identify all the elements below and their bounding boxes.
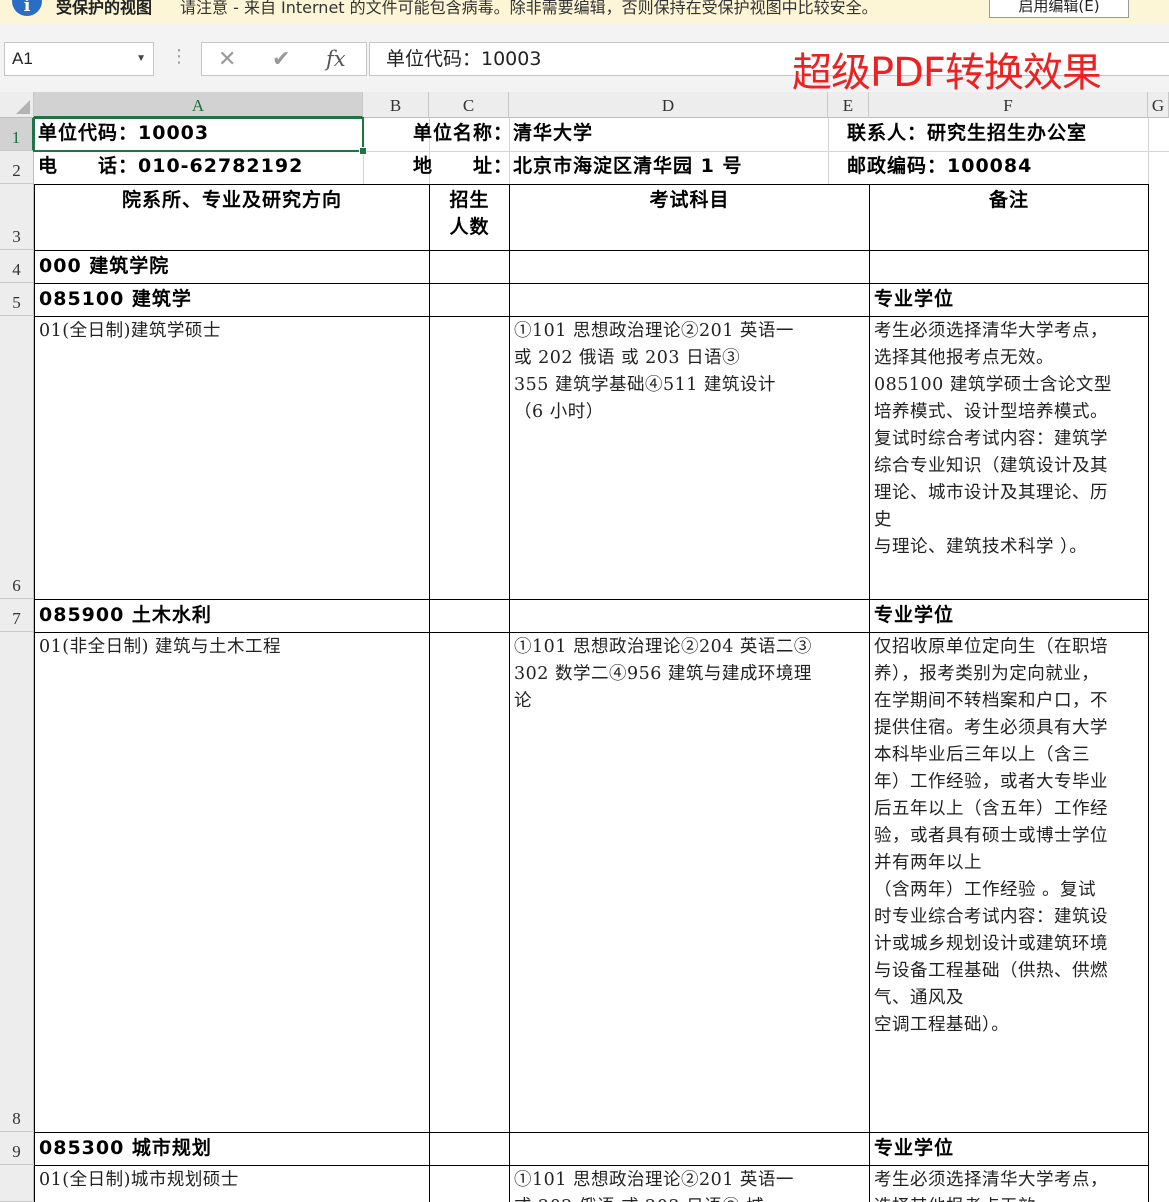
formula-tools: ✕ ✔ fx — [201, 42, 367, 76]
cell-f6[interactable]: 考生必须选择清华大学考点， 选择其他报考点无效。 085100 建筑学硕士含论文… — [870, 317, 1148, 599]
header-department[interactable]: 院系所、专业及研究方向 — [35, 185, 429, 250]
select-all-corner[interactable] — [0, 92, 34, 118]
name-box[interactable]: A1 ▼ — [4, 42, 154, 76]
protected-view-bar: i 受保护的视图 请注意 - 来自 Internet 的文件可能包含病毒。除非需… — [0, 0, 1169, 25]
column-header-g[interactable]: G — [1148, 92, 1169, 118]
cell-a5[interactable]: 085100 建筑学 — [35, 284, 429, 316]
protected-view-message: 请注意 - 来自 Internet 的文件可能包含病毒。除非需要编辑，否则保持在… — [180, 0, 878, 17]
cell-a4[interactable]: 000 建筑学院 — [35, 251, 429, 283]
header-exam-subjects[interactable]: 考试科目 — [510, 185, 869, 250]
column-header-c[interactable]: C — [429, 92, 509, 118]
cell-d8[interactable]: ①101 思想政治理论②204 英语二③ 302 数学二④956 建筑与建成环境… — [510, 633, 869, 1132]
worksheet-grid: A B C D E F G 1 2 3 4 5 6 7 8 9 单位代码：100… — [0, 92, 1169, 1202]
row-header-2[interactable]: 2 — [0, 151, 34, 184]
cell-a8[interactable]: 01(非全日制) 建筑与土木工程 — [35, 633, 429, 1132]
chevron-down-icon[interactable]: ▼ — [136, 43, 146, 75]
cell-f2[interactable]: 邮政编码：100084 — [843, 151, 1148, 184]
cell-c2[interactable]: 地 址：北京市海淀区清华园 1 号 — [409, 151, 828, 184]
cell-a2[interactable]: 电 话：010-62782192 — [34, 151, 363, 184]
row-header-4[interactable]: 4 — [0, 250, 34, 283]
cell-a10[interactable]: 01(全日制)城市规划硕士 — [35, 1166, 429, 1202]
more-options-icon[interactable]: ⋮ — [170, 46, 188, 67]
row-header-3[interactable]: 3 — [0, 184, 34, 250]
header-remarks[interactable]: 备注 — [870, 185, 1148, 250]
cell-a6[interactable]: 01(全日制)建筑学硕士 — [35, 317, 429, 599]
cell-f5[interactable]: 专业学位 — [870, 284, 1148, 316]
cell-a9[interactable]: 085300 城市规划 — [35, 1133, 429, 1165]
cell-f9[interactable]: 专业学位 — [870, 1133, 1148, 1165]
protected-view-title: 受保护的视图 — [56, 0, 153, 17]
cell-d6[interactable]: ①101 思想政治理论②201 英语一 或 202 俄语 或 203 日语③ 3… — [510, 317, 869, 599]
name-box-value: A1 — [12, 49, 33, 68]
cell-f8[interactable]: 仅招收原单位定向生（在职培 养），报考类别为定向就业， 在学期间不转档案和户口，… — [870, 633, 1148, 1132]
column-header-f[interactable]: F — [869, 92, 1148, 118]
row-header-10[interactable] — [0, 1165, 34, 1202]
column-header-e[interactable]: E — [828, 92, 869, 118]
watermark-text: 超级PDF转换效果 — [792, 50, 1102, 96]
cell-d10[interactable]: ①101 思想政治理论②201 英语一 或 202 俄语 或 203 日语③ 城 — [510, 1166, 869, 1202]
cell-f7[interactable]: 专业学位 — [870, 600, 1148, 632]
row-header-9[interactable]: 9 — [0, 1132, 34, 1165]
column-header-a[interactable]: A — [34, 92, 363, 118]
info-icon: i — [12, 0, 42, 16]
column-header-d[interactable]: D — [509, 92, 828, 118]
fill-handle[interactable] — [359, 147, 367, 155]
enable-editing-button[interactable]: 启用编辑(E) — [989, 0, 1129, 18]
column-header-b[interactable]: B — [363, 92, 429, 118]
cell-f1[interactable]: 联系人：研究生招生办公室 — [843, 118, 1148, 151]
cell-c1[interactable]: 单位名称：清华大学 — [409, 118, 828, 151]
cancel-icon[interactable]: ✕ — [218, 47, 236, 72]
cell-a7[interactable]: 085900 土木水利 — [35, 600, 429, 632]
insert-function-icon[interactable]: fx — [326, 47, 346, 71]
row-header-7[interactable]: 7 — [0, 599, 34, 632]
header-enrollment[interactable]: 招生 人数 — [430, 185, 509, 250]
row-header-1[interactable]: 1 — [0, 118, 34, 151]
row-header-6[interactable]: 6 — [0, 316, 34, 599]
check-icon[interactable]: ✔ — [272, 47, 290, 72]
row-header-8[interactable]: 8 — [0, 632, 34, 1132]
cell-f10[interactable]: 考生必须选择清华大学考点， 选择其他报考点无效。 — [870, 1166, 1148, 1202]
active-cell-selection — [33, 117, 364, 152]
row-header-5[interactable]: 5 — [0, 283, 34, 316]
